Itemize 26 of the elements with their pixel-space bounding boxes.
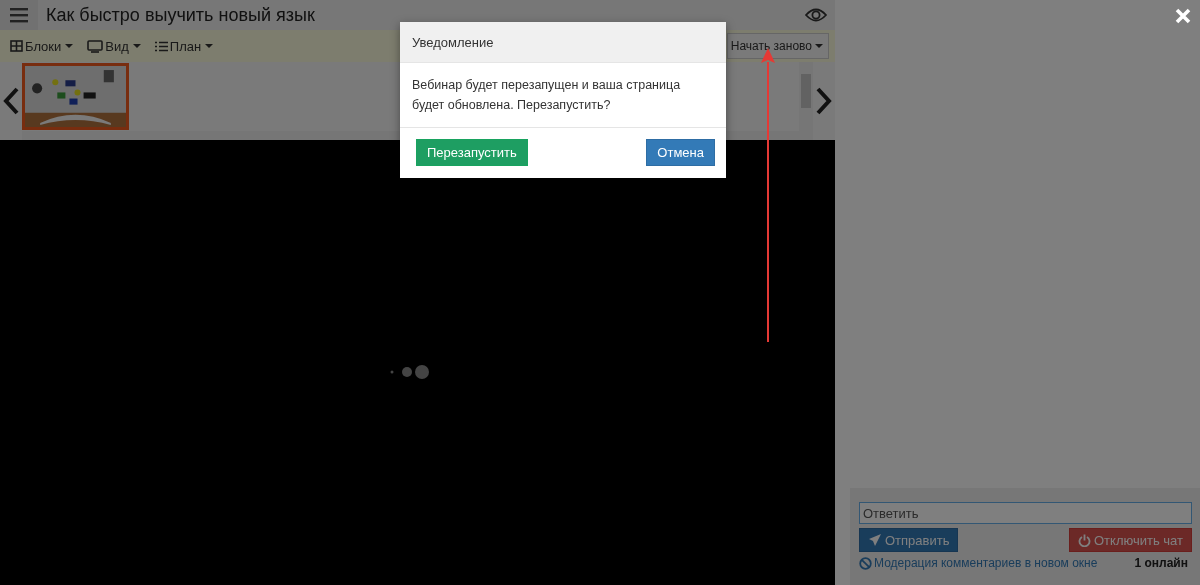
restart-button[interactable]: Перезапустить — [416, 139, 528, 166]
eye-icon[interactable] — [805, 7, 827, 23]
toolbar-menu[interactable]: План — [152, 38, 216, 54]
disconnect-chat-button[interactable]: Отключить чат — [1069, 528, 1192, 552]
reply-field[interactable]: Ответить — [859, 502, 1192, 524]
moderation-link[interactable]: Модерация комментариев в новом окне — [859, 556, 1098, 570]
menu-icon — [10, 7, 28, 23]
vertical-scrollbar[interactable] — [799, 62, 813, 140]
toolbar-menu[interactable]: Блоки — [8, 38, 76, 54]
paper-plane-icon — [868, 533, 882, 547]
monitor-icon — [87, 39, 104, 53]
dialog-title: Уведомление — [412, 34, 494, 50]
menu-button[interactable] — [0, 0, 38, 30]
toolbar-menu[interactable]: Вид — [85, 38, 143, 54]
power-icon — [1078, 533, 1091, 547]
online-count: 1 онлайн — [1134, 556, 1188, 570]
dialog-message: Вебинар будет перезапущен и ваша страница будет обновлена. Перезапустить? — [412, 77, 682, 114]
page-title: Как быстро выучить новый язык — [46, 4, 316, 26]
send-button[interactable]: Отправить — [859, 528, 959, 552]
loading-spinner-icon — [388, 364, 431, 380]
cancel-button[interactable]: Отмена — [646, 139, 715, 166]
close-icon[interactable] — [1175, 8, 1191, 24]
prohibited-icon — [859, 556, 872, 570]
list-icon — [154, 40, 168, 52]
grid-icon — [10, 40, 23, 52]
restart-dropdown[interactable]: Начать заново — [726, 33, 829, 59]
